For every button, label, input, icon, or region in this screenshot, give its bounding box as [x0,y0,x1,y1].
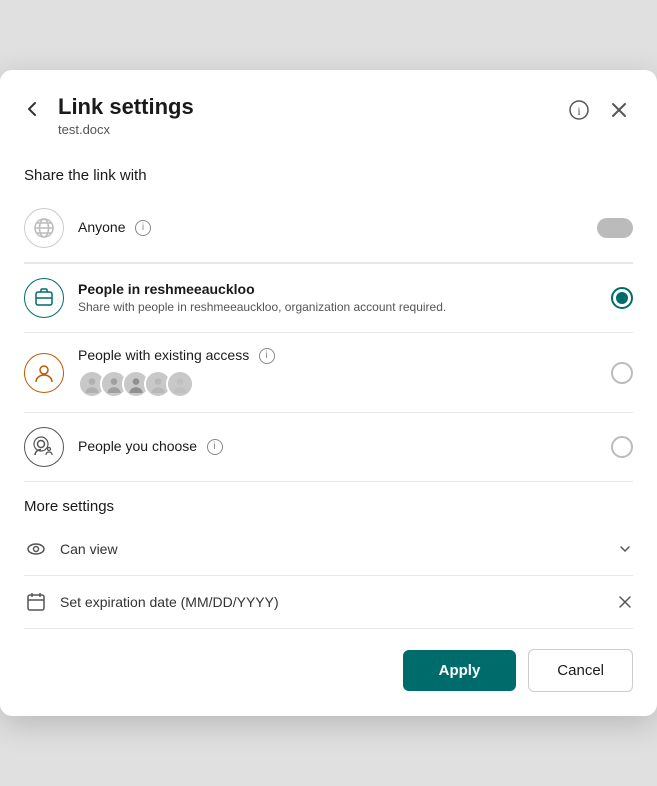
dialog-subtitle: test.docx [58,122,565,137]
expiration-label: Set expiration date (MM/DD/YYYY) [60,594,617,610]
more-settings-label: More settings [24,482,633,523]
anyone-toggle[interactable] [597,218,633,238]
back-button[interactable] [24,96,50,125]
option-choose-title: People you choose [78,438,197,454]
option-choose-radio[interactable] [611,436,633,458]
share-section-label: Share the link with [24,149,633,194]
option-anyone[interactable]: Anyone i [24,194,633,263]
cancel-button[interactable]: Cancel [528,649,633,692]
close-button[interactable] [605,96,633,124]
existing-info-icon[interactable]: i [259,348,275,364]
anyone-info-icon[interactable]: i [135,220,151,236]
header-icons: i [565,96,633,124]
settings-permission-row[interactable]: Can view [24,523,633,576]
option-org-text: People in reshmeeauckloo Share with peop… [78,281,603,316]
option-existing-text: People with existing access i [78,347,603,398]
dialog-header: Link settings test.docx i [0,70,657,149]
option-existing[interactable]: People with existing access i [24,333,633,413]
existing-avatars [78,370,603,398]
option-choose-text: People you choose i [78,438,603,456]
dialog-footer: Apply Cancel [0,629,657,716]
option-anyone-title: Anyone [78,219,125,235]
dialog-title: Link settings [58,94,565,120]
permission-label: Can view [60,541,617,557]
option-choose[interactable]: People you choose i [24,413,633,482]
option-existing-radio[interactable] [611,362,633,384]
dialog-body: Share the link with Anyone i [0,149,657,629]
info-button[interactable]: i [565,96,593,124]
option-org-desc: Share with people in reshmeeauckloo, org… [78,299,603,316]
option-org-radio-inner [616,292,628,304]
option-org-title: People in reshmeeauckloo [78,281,603,297]
title-group: Link settings test.docx [58,94,565,137]
globe-icon [24,208,64,248]
option-org[interactable]: People in reshmeeauckloo Share with peop… [24,263,633,333]
apply-button[interactable]: Apply [403,650,517,691]
org-icon [24,278,64,318]
option-org-radio[interactable] [611,287,633,309]
link-settings-dialog: Link settings test.docx i Share the link… [0,70,657,716]
option-anyone-text: Anyone i [78,219,589,237]
avatar-5 [166,370,194,398]
expiration-close[interactable] [617,594,633,610]
eye-icon [24,537,48,561]
existing-icon [24,353,64,393]
choose-info-icon[interactable]: i [207,439,223,455]
calendar-icon [24,590,48,614]
permission-chevron[interactable] [617,541,633,557]
choose-icon [24,427,64,467]
svg-text:i: i [577,104,581,118]
settings-expiration-row[interactable]: Set expiration date (MM/DD/YYYY) [24,576,633,629]
option-existing-title: People with existing access [78,347,249,363]
